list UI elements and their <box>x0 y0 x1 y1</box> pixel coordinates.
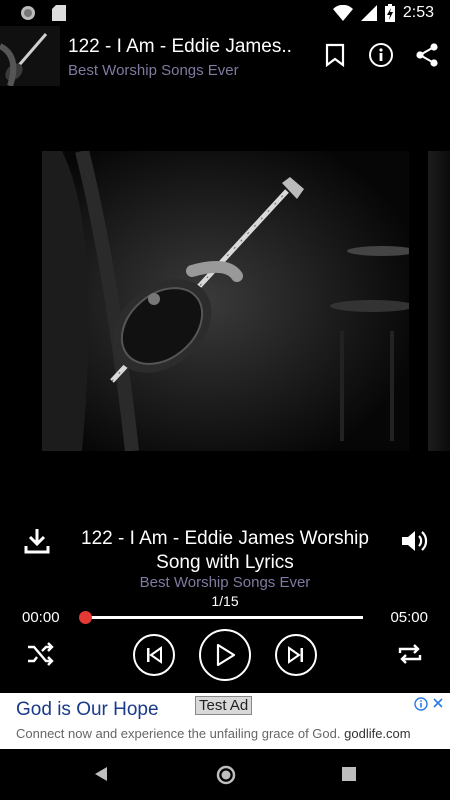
guitarist-photo <box>42 151 409 451</box>
ad-banner[interactable]: God is Our Hope Test Ad Connect now and … <box>0 693 450 749</box>
seek-bar[interactable] <box>85 616 363 619</box>
track-counter: 1/15 <box>211 593 239 609</box>
next-artwork-peek[interactable] <box>428 151 450 451</box>
thumbnail-guitar-image <box>0 26 60 86</box>
info-button[interactable] <box>368 42 394 68</box>
skip-next-icon <box>288 646 303 664</box>
ad-body: Connect now and experience the unfailing… <box>16 726 411 741</box>
ad-close-button[interactable] <box>432 696 444 712</box>
close-icon <box>433 698 443 708</box>
share-button[interactable] <box>414 42 440 68</box>
status-time: 2:53 <box>402 4 434 21</box>
skip-previous-icon <box>147 646 162 664</box>
ad-info-button[interactable] <box>414 697 428 716</box>
notification-dot-icon <box>21 6 35 20</box>
bookmark-button[interactable] <box>322 42 348 68</box>
song-playlist-name: Best Worship Songs Ever <box>139 574 311 591</box>
wifi-icon <box>332 5 353 21</box>
share-icon <box>416 43 438 67</box>
ad-domain[interactable]: godlife.com <box>344 726 410 741</box>
song-title: 122 - I Am - Eddie James Worship Song wi… <box>81 528 369 573</box>
seek-thumb[interactable] <box>79 611 92 624</box>
bookmark-icon <box>325 43 345 67</box>
info-icon <box>369 43 393 67</box>
nav-back-button[interactable] <box>93 766 109 787</box>
repeat-icon <box>398 644 422 664</box>
header-song-title: 122 - I Am - Eddie James.. <box>68 36 292 57</box>
download-icon <box>24 529 50 554</box>
album-artwork[interactable] <box>42 151 409 451</box>
home-circle-icon <box>216 765 236 785</box>
header-playlist-name: Best Worship Songs Ever <box>68 62 239 79</box>
play-icon <box>216 643 236 667</box>
next-button[interactable] <box>275 634 317 676</box>
shuffle-icon <box>28 642 54 666</box>
ad-title[interactable]: God is Our Hope <box>16 699 159 721</box>
previous-button[interactable] <box>133 634 175 676</box>
back-triangle-icon <box>95 767 107 781</box>
nav-recents-button[interactable] <box>342 767 356 786</box>
battery-charging-icon <box>384 4 395 22</box>
volume-button[interactable] <box>400 528 428 559</box>
time-total: 05:00 <box>390 609 428 626</box>
time-elapsed: 00:00 <box>22 609 60 626</box>
header-thumbnail[interactable] <box>0 26 60 86</box>
sd-card-icon <box>52 5 66 21</box>
recents-square-icon <box>342 767 356 781</box>
ad-info-icon <box>414 697 428 711</box>
download-button[interactable] <box>22 526 52 561</box>
volume-icon <box>402 531 428 551</box>
play-button[interactable] <box>199 629 251 681</box>
test-ad-badge: Test Ad <box>195 696 253 715</box>
repeat-button[interactable] <box>396 641 424 672</box>
shuffle-button[interactable] <box>26 641 54 672</box>
ad-description: Connect now and experience the unfailing… <box>16 726 341 741</box>
status-bar: 2:53 <box>0 0 450 26</box>
system-nav-bar <box>0 749 450 800</box>
signal-icon <box>360 5 377 21</box>
now-playing-header: 122 - I Am - Eddie James.. Best Worship … <box>0 26 450 90</box>
nav-home-button[interactable] <box>216 765 236 790</box>
